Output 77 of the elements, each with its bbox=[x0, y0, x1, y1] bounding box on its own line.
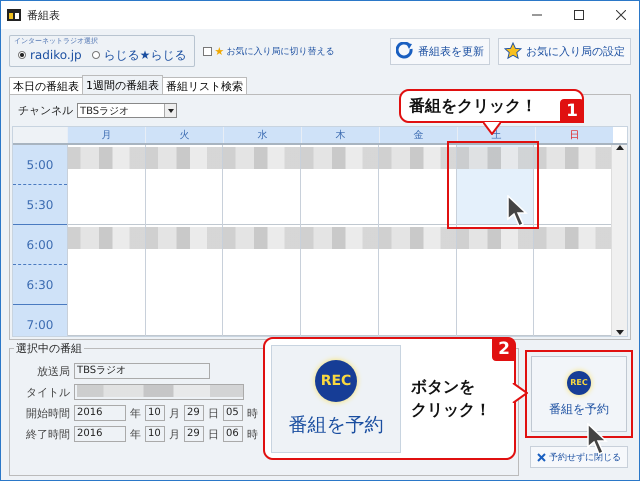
radio-option[interactable]: らじる★らじる bbox=[92, 46, 186, 64]
unit-label: 年 bbox=[130, 426, 141, 442]
program-cell[interactable] bbox=[378, 145, 456, 225]
channel-dropdown[interactable]: TBSラジオ bbox=[77, 103, 177, 118]
day-header: 水 bbox=[223, 127, 301, 143]
field-label: タイトル bbox=[25, 384, 70, 400]
tab[interactable]: 番組リスト検索 bbox=[162, 77, 247, 94]
scroll-down-icon bbox=[616, 330, 624, 336]
group-title: 選択中の番組 bbox=[14, 341, 84, 356]
program-cell[interactable] bbox=[301, 225, 378, 336]
program-cell[interactable] bbox=[68, 145, 145, 225]
year-field[interactable]: 2016 bbox=[74, 426, 126, 442]
field-label: 放送局 bbox=[36, 364, 70, 378]
cursor-icon bbox=[586, 423, 608, 455]
unit-label: 年 bbox=[130, 406, 141, 420]
window-title: 番組表 bbox=[27, 8, 61, 22]
title-field[interactable] bbox=[74, 384, 244, 400]
close-icon bbox=[616, 10, 626, 20]
unit-label: 時 bbox=[247, 426, 258, 442]
day-header: 木 bbox=[301, 127, 379, 143]
close-icon bbox=[537, 452, 546, 462]
tab[interactable]: 本日の番組表 bbox=[9, 77, 83, 94]
time-cell: 6:00 bbox=[13, 225, 67, 265]
program-cell[interactable] bbox=[301, 145, 378, 225]
dropdown-arrow-icon bbox=[168, 108, 174, 112]
star-icon bbox=[504, 42, 522, 60]
hour-field[interactable]: 05 bbox=[223, 405, 243, 421]
time-cell: 5:00 bbox=[13, 145, 67, 185]
unit-label: 月 bbox=[169, 406, 180, 420]
day-header: 金 bbox=[379, 127, 457, 143]
program-cell[interactable] bbox=[378, 225, 456, 336]
month-field[interactable]: 10 bbox=[145, 426, 165, 442]
unit-label: 日 bbox=[208, 406, 219, 420]
scroll-up-icon bbox=[616, 145, 624, 151]
field-label: 終了時間 bbox=[25, 426, 70, 442]
hour-field[interactable]: 06 bbox=[223, 426, 243, 442]
time-cell: 5:30 bbox=[13, 185, 67, 225]
field-label: 開始時間 bbox=[25, 406, 70, 420]
step-badge: 1 bbox=[560, 99, 584, 123]
step-badge: 2 bbox=[492, 337, 516, 361]
station-field[interactable]: TBSラジオ bbox=[74, 363, 210, 379]
program-cell[interactable] bbox=[534, 225, 612, 336]
refresh-button[interactable]: 番組表を更新 bbox=[390, 38, 490, 64]
header-corner-cell bbox=[13, 127, 67, 143]
day-field[interactable]: 29 bbox=[184, 426, 204, 442]
time-cell: 6:30 bbox=[13, 265, 67, 305]
unit-label: 時 bbox=[247, 406, 258, 420]
program-cell[interactable] bbox=[534, 145, 612, 225]
day-field[interactable]: 29 bbox=[184, 405, 204, 421]
program-cell[interactable] bbox=[146, 225, 222, 336]
program-cell[interactable] bbox=[223, 145, 300, 225]
refresh-icon bbox=[396, 42, 414, 60]
unit-label: 月 bbox=[169, 426, 180, 442]
favorite-checkbox[interactable]: ★ お気に入り局に切り替える bbox=[203, 44, 334, 58]
channel-label: チャンネル bbox=[18, 103, 73, 118]
favorite-settings-button[interactable]: お気に入り局の設定 bbox=[498, 38, 631, 64]
program-cell[interactable] bbox=[223, 225, 300, 336]
day-header: 火 bbox=[145, 127, 223, 143]
day-header: 日 bbox=[535, 127, 613, 143]
time-cell: 7:00 bbox=[13, 305, 67, 336]
unit-label: 日 bbox=[208, 426, 219, 442]
day-header: 月 bbox=[67, 127, 145, 143]
radio-option[interactable]: radiko.jp bbox=[18, 48, 82, 62]
program-cell[interactable] bbox=[146, 145, 222, 225]
button-label: 番組を予約 bbox=[288, 412, 384, 438]
month-field[interactable]: 10 bbox=[145, 405, 165, 421]
callout-text: 番組をクリック！ bbox=[409, 94, 537, 117]
callout-text: クリック！ bbox=[411, 398, 491, 420]
scrollbar[interactable] bbox=[611, 145, 627, 336]
app-icon bbox=[7, 9, 21, 21]
callout-text: ボタンを bbox=[411, 376, 476, 398]
year-field[interactable]: 2016 bbox=[74, 405, 126, 421]
cursor-icon bbox=[506, 195, 528, 227]
maximize-icon bbox=[574, 10, 584, 20]
program-cell[interactable] bbox=[68, 225, 145, 336]
rec-icon: REC bbox=[567, 370, 591, 394]
rec-icon: REC bbox=[315, 360, 357, 402]
